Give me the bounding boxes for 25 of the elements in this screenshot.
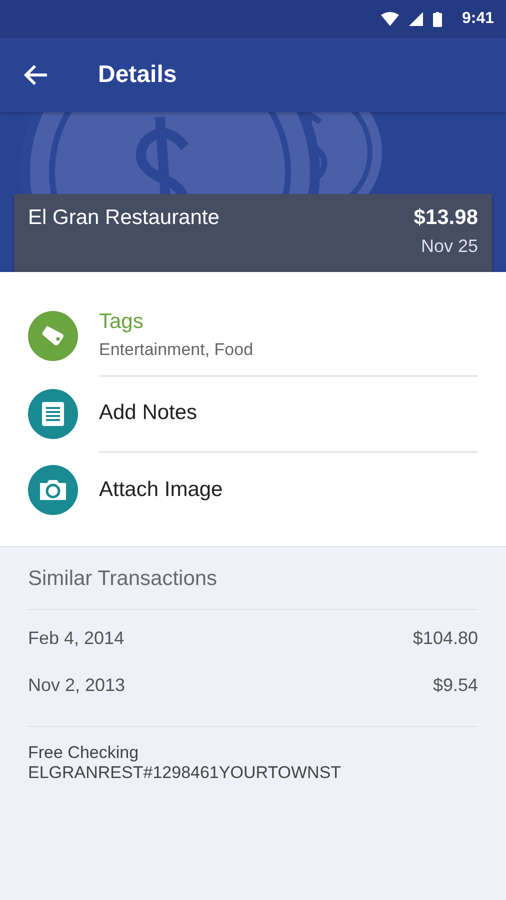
wifi-icon bbox=[380, 12, 399, 26]
similar-date: Feb 4, 2014 bbox=[28, 628, 124, 649]
account-name: Free Checking bbox=[28, 743, 140, 763]
action-label[interactable]: Attach Image bbox=[99, 478, 478, 502]
action-subtitle: Entertainment, Food bbox=[99, 340, 254, 360]
status-time: 9:41 bbox=[462, 10, 494, 28]
section-title: Similar Transactions bbox=[28, 567, 478, 610]
notes-icon bbox=[41, 401, 65, 427]
similar-date: Nov 2, 2013 bbox=[28, 675, 126, 696]
notes-button[interactable] bbox=[28, 389, 78, 439]
battery-icon bbox=[432, 12, 442, 26]
camera-button[interactable] bbox=[28, 465, 78, 515]
merchant-name: El Gran Restaurante bbox=[28, 206, 220, 231]
similar-amount: $104.80 bbox=[412, 628, 478, 649]
tag-button[interactable] bbox=[28, 311, 78, 361]
account-description: ELGRANREST#1298461YOURTOWNST bbox=[28, 763, 342, 783]
screen-title: Details bbox=[98, 61, 177, 89]
transaction-date: Nov 25 bbox=[420, 236, 478, 257]
action-label[interactable]: Add Notes bbox=[99, 401, 478, 425]
transaction-amount: $13.98 bbox=[414, 206, 478, 230]
camera-icon bbox=[38, 478, 68, 502]
back-button[interactable] bbox=[24, 64, 48, 86]
signal-icon bbox=[408, 12, 423, 26]
back-arrow-icon bbox=[24, 64, 48, 86]
similar-amount: $9.54 bbox=[432, 675, 478, 696]
